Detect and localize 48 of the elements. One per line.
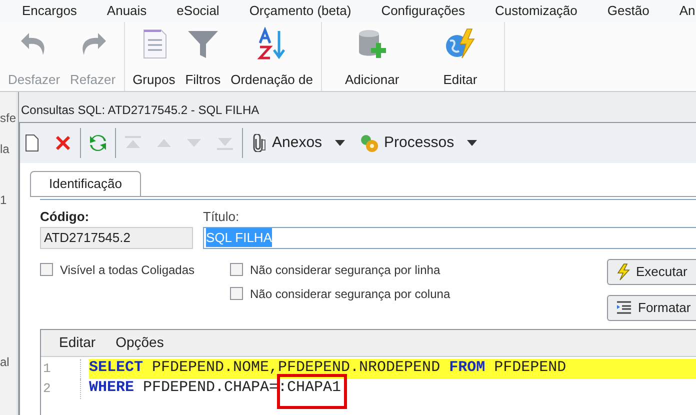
background-text: al — [0, 354, 10, 371]
delete-icon[interactable] — [54, 134, 72, 152]
checkbox[interactable] — [230, 287, 243, 300]
background-text: la — [0, 141, 10, 158]
new-document-icon[interactable] — [24, 134, 40, 152]
checkbox-label: Visível a todas Coligadas — [60, 262, 195, 278]
field-label: Código: — [40, 208, 90, 226]
toolbar-menu-button[interactable]: Anexos — [251, 132, 346, 154]
ribbon-button[interactable]: Grupos — [130, 27, 178, 92]
ribbon-button[interactable]: Adicionar — [327, 27, 418, 92]
editor-menu-item[interactable]: Opções — [116, 332, 164, 353]
paperclip-icon — [251, 134, 267, 152]
gears-icon — [359, 133, 380, 153]
tab[interactable]: Identificação — [30, 171, 141, 196]
menu-item[interactable]: Customização — [495, 1, 578, 21]
background-text: sfe — [0, 110, 16, 127]
refresh-icon[interactable] — [89, 133, 107, 153]
line-number: 2 — [41, 378, 81, 398]
menu-item[interactable]: eSocial — [176, 1, 220, 21]
toolbar-menu-button[interactable]: Processos — [359, 132, 478, 154]
caret-icon — [467, 140, 478, 146]
code-line: WHERE PFDEPEND.CHAPA=:CHAPA1 — [89, 378, 696, 398]
code-field[interactable]: ATD2717545.2 — [40, 226, 193, 248]
checkbox[interactable] — [230, 263, 243, 276]
action-button[interactable]: Executar — [607, 258, 696, 284]
caret-icon — [335, 140, 346, 146]
menu-item[interactable]: Gestão — [607, 1, 650, 21]
dialog-title: Consultas SQL: ATD2717545.2 - SQL FILHA — [21, 102, 260, 119]
ribbon-button[interactable]: Ordenação de — [228, 27, 316, 92]
indent-icon — [616, 300, 632, 314]
checkbox-label: Não considerar segurança por coluna — [250, 286, 450, 302]
ribbon-button[interactable]: Editar — [421, 27, 500, 92]
field-label: Título: — [203, 208, 240, 226]
menu-item[interactable]: Anuais — [106, 1, 147, 21]
ribbon-button[interactable]: Filtros — [182, 27, 224, 92]
menu-item[interactable]: Orçamento (beta) — [249, 1, 352, 21]
selected-text: SQL FILHA — [206, 228, 272, 248]
line-number: 1 — [41, 358, 81, 378]
editor-menu-item[interactable]: Editar — [59, 332, 96, 353]
menu-item[interactable]: Encargos — [22, 1, 77, 21]
globe-lightning-icon — [443, 27, 478, 61]
lightning-icon — [616, 262, 630, 280]
menu-item[interactable]: An — [679, 1, 696, 21]
action-button[interactable]: Formatar — [607, 294, 696, 320]
menu-item[interactable]: Configurações — [381, 1, 466, 21]
checkbox[interactable] — [40, 263, 53, 276]
checkbox-label: Não considerar segurança por linha — [250, 262, 440, 278]
background-text: 1 — [0, 192, 7, 209]
